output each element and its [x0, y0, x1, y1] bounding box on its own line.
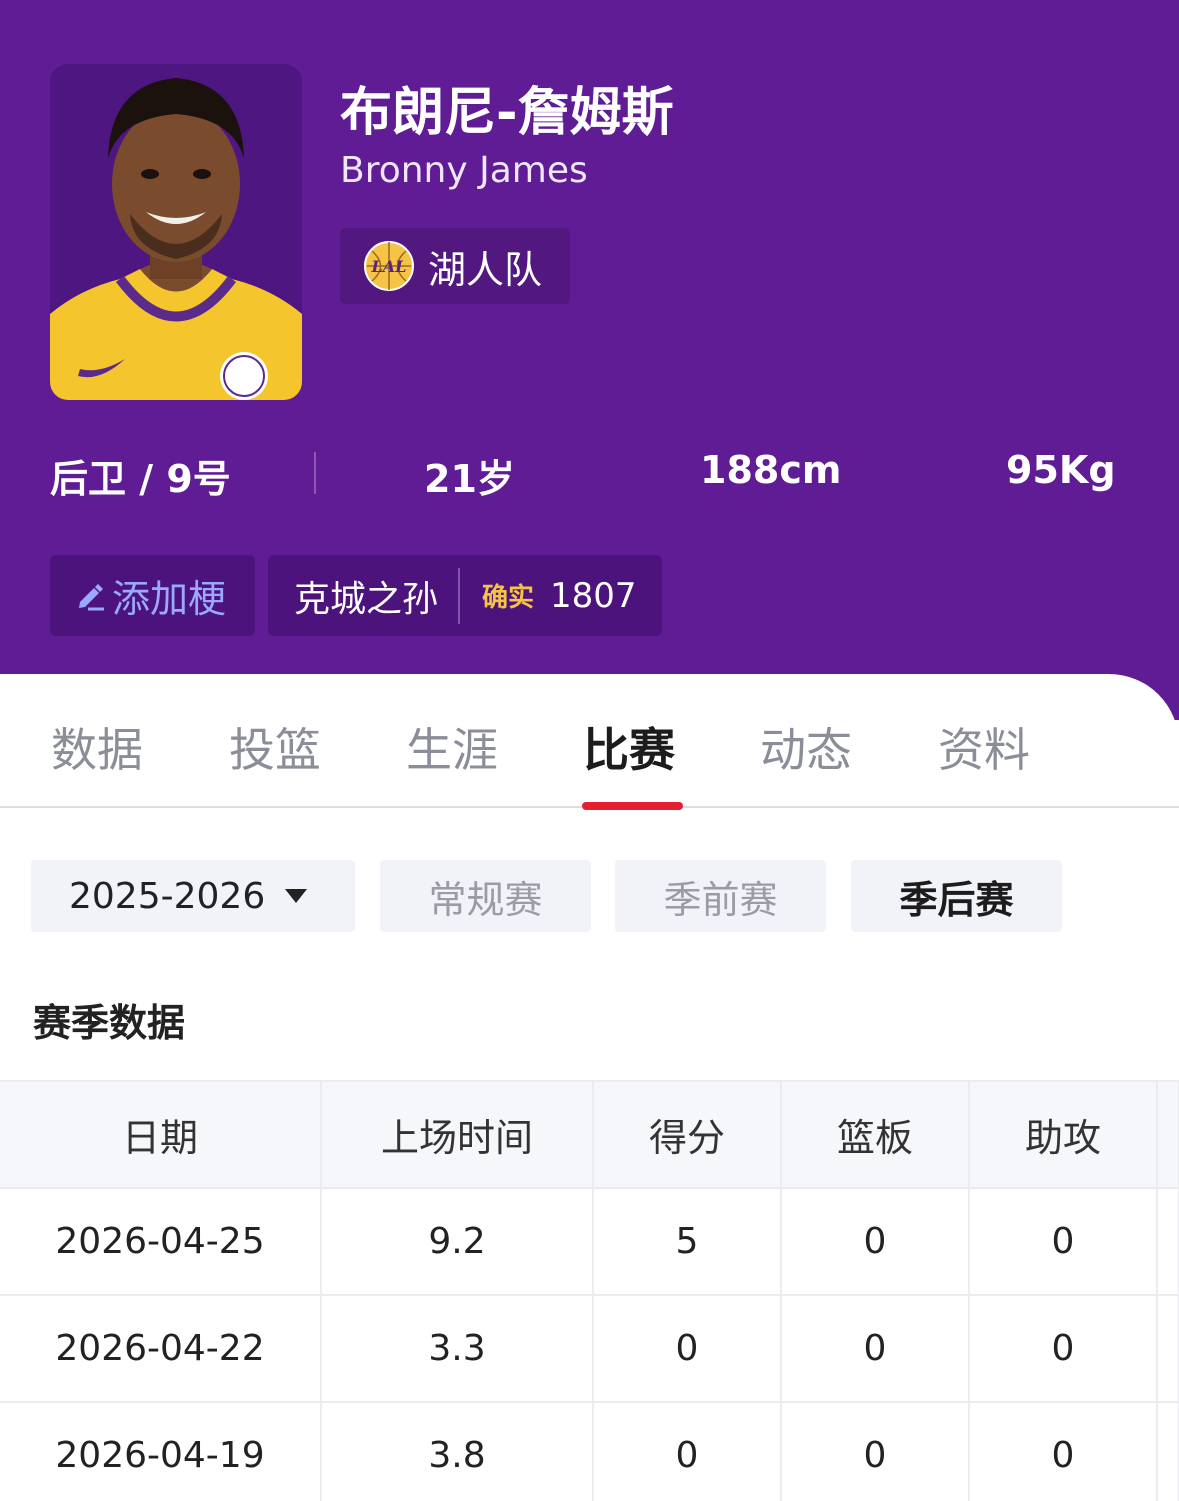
- add-meme-label: 添加梗: [112, 577, 227, 621]
- team-chip[interactable]: LAL 湖人队: [340, 228, 570, 304]
- season-value: 2025-2026: [69, 875, 266, 917]
- cell-points: 0: [593, 1295, 782, 1403]
- player-name-cn: 布朗尼-詹姆斯: [340, 83, 674, 143]
- pencil-icon: [79, 583, 104, 610]
- team-name: 湖人队: [428, 247, 543, 292]
- cell-date: 2026-04-19: [0, 1402, 322, 1501]
- cell-rebounds: 0: [781, 1295, 970, 1403]
- cell-overflow: [1157, 1402, 1179, 1501]
- table-row[interactable]: 2026-04-19 3.8 0 0 0: [0, 1402, 1179, 1501]
- player-weight: 95Kg: [1006, 448, 1116, 492]
- caret-down-icon: [285, 889, 308, 903]
- svg-text:LAL: LAL: [371, 257, 407, 276]
- player-photo: [50, 64, 302, 400]
- tab-profile[interactable]: 资料: [938, 714, 1030, 780]
- tab-games[interactable]: 比赛: [583, 714, 675, 780]
- info-divider: [314, 452, 316, 494]
- table-header-row: 日期 上场时间 得分 篮板 助攻: [0, 1080, 1179, 1189]
- active-tab-indicator: [582, 802, 683, 810]
- preseason-button[interactable]: 季前赛: [615, 860, 826, 932]
- table-row[interactable]: 2026-04-25 9.2 5 0 0: [0, 1188, 1179, 1296]
- header-date: 日期: [0, 1080, 322, 1189]
- header-rebounds: 篮板: [781, 1080, 970, 1189]
- cell-minutes: 3.8: [321, 1402, 594, 1501]
- season-dropdown[interactable]: 2025-2026: [31, 860, 355, 932]
- player-height: 188cm: [700, 448, 842, 492]
- add-meme-button[interactable]: 添加梗: [50, 555, 255, 636]
- confirm-count: 1807: [550, 575, 637, 616]
- confirm-badge[interactable]: 确实: [482, 577, 534, 614]
- meme-tag[interactable]: 克城之孙 确实 1807: [268, 555, 662, 636]
- header-points: 得分: [593, 1080, 782, 1189]
- cell-date: 2026-04-22: [0, 1295, 322, 1403]
- tab-bar: 数据 投篮 生涯 比赛 动态 资料: [0, 674, 1179, 810]
- table-row[interactable]: 2026-04-22 3.3 0 0 0: [0, 1295, 1179, 1403]
- cell-date: 2026-04-25: [0, 1188, 322, 1296]
- lakers-logo-icon: LAL: [364, 241, 414, 291]
- cell-rebounds: 0: [781, 1402, 970, 1501]
- meme-divider: [458, 567, 461, 624]
- tab-news[interactable]: 动态: [760, 714, 852, 780]
- tab-career[interactable]: 生涯: [406, 714, 498, 780]
- playoffs-button[interactable]: 季后赛: [851, 860, 1062, 932]
- cell-assists: 0: [969, 1295, 1158, 1403]
- cell-overflow: [1157, 1295, 1179, 1403]
- section-title: 赛季数据: [33, 1001, 186, 1045]
- tab-shooting[interactable]: 投篮: [229, 714, 321, 780]
- position-number: 后卫 / 9号: [50, 457, 231, 501]
- cell-minutes: 9.2: [321, 1188, 594, 1296]
- game-stats-table: 日期 上场时间 得分 篮板 助攻 2026-04-25 9.2 5 0 0 20…: [0, 1080, 1179, 1501]
- player-name-en: Bronny James: [340, 150, 588, 191]
- tab-data[interactable]: 数据: [51, 714, 143, 780]
- cell-points: 0: [593, 1402, 782, 1501]
- header-assists: 助攻: [969, 1080, 1158, 1189]
- header-overflow: [1157, 1080, 1179, 1189]
- cell-minutes: 3.3: [321, 1295, 594, 1403]
- cell-rebounds: 0: [781, 1188, 970, 1296]
- cell-points: 5: [593, 1188, 782, 1296]
- cell-assists: 0: [969, 1402, 1158, 1501]
- cell-overflow: [1157, 1188, 1179, 1296]
- player-age: 21岁: [424, 457, 515, 501]
- regular-season-button[interactable]: 常规赛: [380, 860, 591, 932]
- content-panel: 数据 投篮 生涯 比赛 动态 资料 2025-2026 常规赛 季前赛 季后赛 …: [0, 674, 1179, 1501]
- player-header: 布朗尼-詹姆斯 Bronny James LAL 湖人队 后卫 / 9号 21岁…: [0, 0, 1179, 720]
- header-minutes: 上场时间: [321, 1080, 594, 1189]
- cell-assists: 0: [969, 1188, 1158, 1296]
- meme-text: 克城之孙: [294, 578, 439, 620]
